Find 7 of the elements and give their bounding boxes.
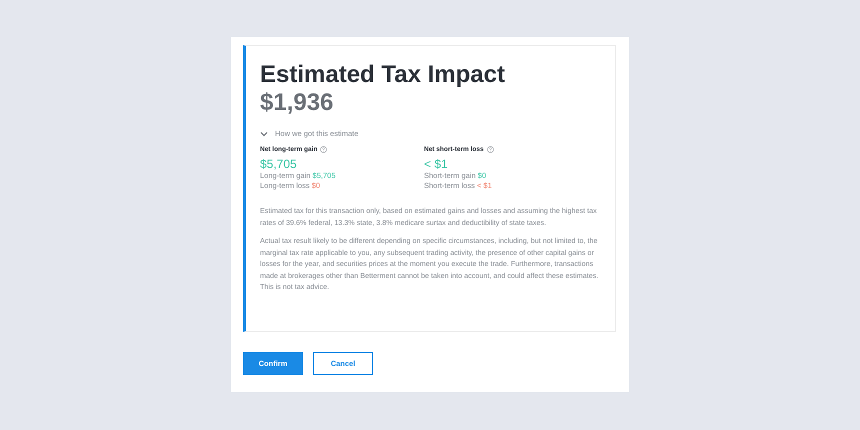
chevron-icon [260,130,268,136]
tax-amount: $1,936 [260,89,334,117]
net-total: < $1 [424,157,448,171]
net-total: $5,705 [260,157,297,171]
dialog-title: Estimated Tax Impact [260,60,505,89]
help-icon[interactable] [486,146,494,153]
help-icon[interactable] [320,146,328,153]
